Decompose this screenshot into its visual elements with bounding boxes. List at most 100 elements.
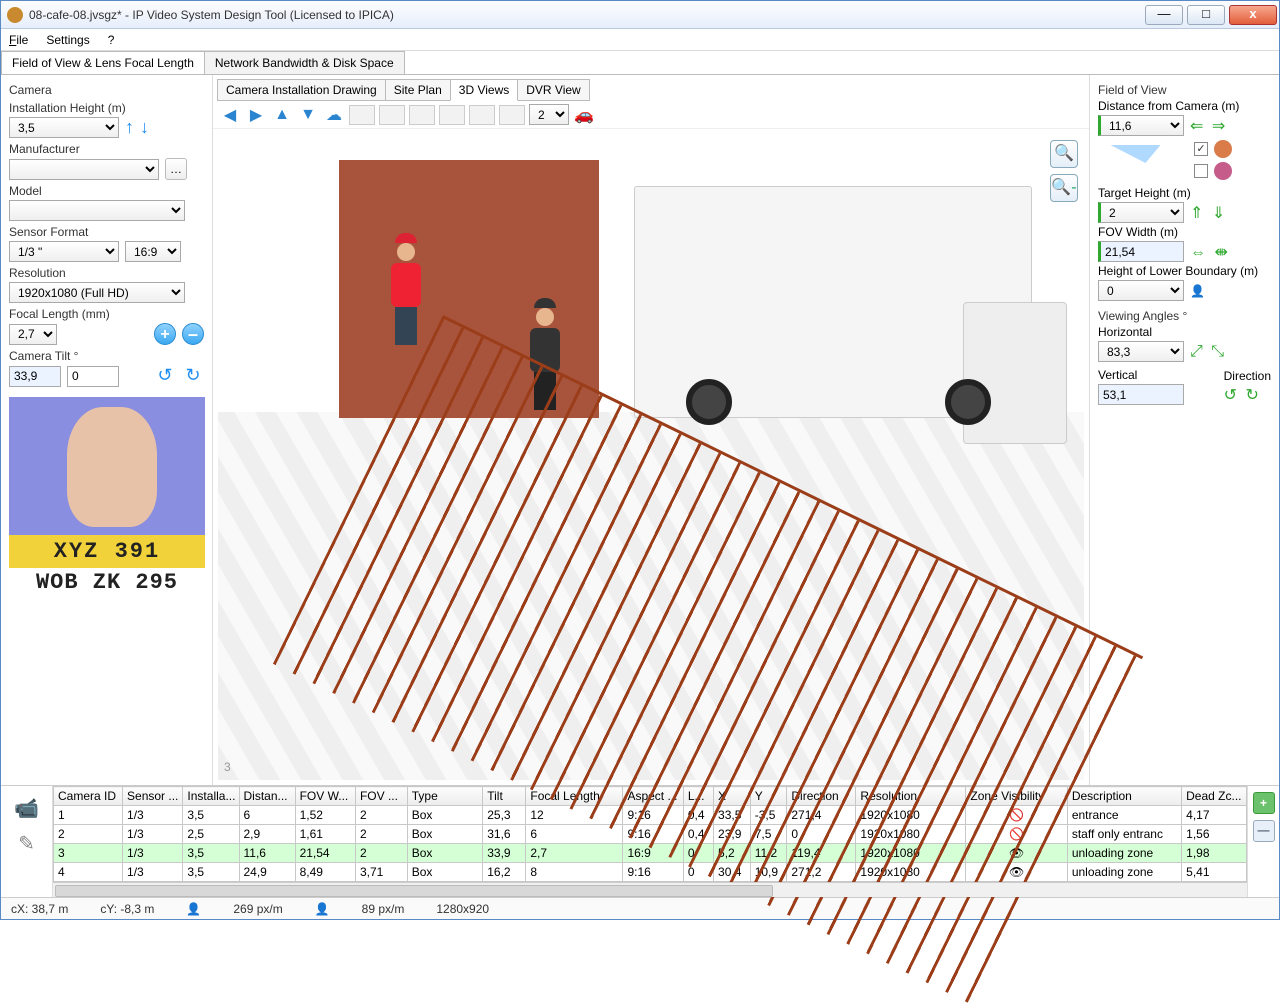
grid-cell[interactable]: unloading zone <box>1067 844 1181 863</box>
grid-cell[interactable]: 8 <box>526 863 623 882</box>
nav-right-icon[interactable]: ▶ <box>245 104 267 126</box>
grid-cell[interactable]: 2,7 <box>526 844 623 863</box>
aspect-select[interactable]: 16:9 <box>125 241 181 262</box>
grid-col-header[interactable]: Distan... <box>239 787 295 806</box>
grid-cell[interactable]: Box <box>407 806 483 825</box>
zoom-out-button[interactable]: 🔍- <box>1050 174 1078 202</box>
cloud-icon[interactable]: ☁ <box>323 104 345 126</box>
person-thumb-2[interactable] <box>379 105 405 125</box>
height-up-icon[interactable] <box>125 117 134 138</box>
target-height-arrows-icon[interactable]: ⇑ ⇓ <box>1190 203 1227 223</box>
zoom-in-button[interactable]: 🔍+ <box>1050 140 1078 168</box>
person-thumb-5[interactable] <box>469 105 495 125</box>
grid-cell[interactable]: 1,98 <box>1182 844 1247 863</box>
grid-cell[interactable]: 31,6 <box>483 825 526 844</box>
tab-fov-lens[interactable]: Field of View & Lens Focal Length <box>1 51 205 74</box>
grid-cell[interactable]: 33,9 <box>483 844 526 863</box>
menu-settings[interactable]: Settings <box>46 33 89 47</box>
tab-site-plan[interactable]: Site Plan <box>385 79 451 101</box>
tab-install-drawing[interactable]: Camera Installation Drawing <box>217 79 386 101</box>
menu-file[interactable]: File <box>9 33 28 47</box>
distance-arrows-icon[interactable]: ⇐ ⇒ <box>1190 116 1227 136</box>
viz-spinner[interactable]: 2 <box>529 104 569 125</box>
grid-cell[interactable]: 2 <box>54 825 123 844</box>
height-down-icon[interactable] <box>140 117 149 138</box>
focal-length-select[interactable]: 2,7 <box>9 324 57 345</box>
resolution-select[interactable]: 1920x1080 (Full HD) <box>9 282 185 303</box>
grid-cell[interactable]: 2 <box>355 825 407 844</box>
grid-cell[interactable]: 1/3 <box>123 825 183 844</box>
grid-cell[interactable]: 16,2 <box>483 863 526 882</box>
grid-cell[interactable]: entrance <box>1067 806 1181 825</box>
nav-left-icon[interactable]: ◀ <box>219 104 241 126</box>
manufacturer-select[interactable] <box>9 159 159 180</box>
distance-select[interactable]: 11,6 <box>1098 115 1184 136</box>
grid-cell[interactable]: Box <box>407 825 483 844</box>
grid-col-header[interactable]: FOV ... <box>355 787 407 806</box>
grid-cell[interactable]: 2,5 <box>183 825 239 844</box>
lower-boundary-select[interactable]: 0 <box>1098 280 1184 301</box>
table-row[interactable]: 41/33,524,98,493,71Box16,289:16030,410,9… <box>54 863 1247 882</box>
grid-cell[interactable]: 24,9 <box>239 863 295 882</box>
grid-cell[interactable]: 3,71 <box>355 863 407 882</box>
grid-cell[interactable]: 1/3 <box>123 806 183 825</box>
tab-dvr-view[interactable]: DVR View <box>517 79 589 101</box>
manufacturer-browse-button[interactable]: … <box>165 158 187 180</box>
grid-cell[interactable]: 1/3 <box>123 863 183 882</box>
person-thumb-6[interactable] <box>499 105 525 125</box>
expand-icon[interactable]: ⤢ ⤡ <box>1190 343 1226 361</box>
grid-col-header[interactable]: Installa... <box>183 787 239 806</box>
grid-cell[interactable]: 4,17 <box>1182 806 1247 825</box>
grid-cell[interactable]: unloading zone <box>1067 863 1181 882</box>
grid-horizontal-scrollbar[interactable] <box>53 882 1247 897</box>
person-thumb-1[interactable] <box>349 105 375 125</box>
grid-cell[interactable]: 1,56 <box>1182 825 1247 844</box>
grid-cell[interactable]: 3,5 <box>183 806 239 825</box>
focal-plus-button[interactable]: + <box>154 323 176 345</box>
grid-col-header[interactable]: Dead Zc... <box>1182 787 1247 806</box>
grid-cell[interactable]: 3,5 <box>183 844 239 863</box>
grid-cell[interactable]: Box <box>407 844 483 863</box>
grid-cell[interactable]: 9:16 <box>623 863 683 882</box>
grid-cell[interactable]: 8,49 <box>295 863 355 882</box>
person-thumb-3[interactable] <box>409 105 435 125</box>
grid-col-header[interactable]: Sensor ... <box>123 787 183 806</box>
grid-cell[interactable]: 6 <box>239 806 295 825</box>
nav-up-icon[interactable]: ▲ <box>271 104 293 126</box>
grid-cell[interactable]: 3 <box>54 844 123 863</box>
add-row-button[interactable]: + <box>1253 792 1275 814</box>
grid-cell[interactable]: 2,9 <box>239 825 295 844</box>
grid-col-header[interactable]: FOV W... <box>295 787 355 806</box>
grid-col-header[interactable]: Camera ID <box>54 787 123 806</box>
target-height-select[interactable]: 2 <box>1098 202 1184 223</box>
nav-down-icon[interactable]: ▼ <box>297 104 319 126</box>
sensor-format-select[interactable]: 1/3 " <box>9 241 119 262</box>
focal-minus-button[interactable]: – <box>182 323 204 345</box>
grid-cell[interactable]: 1,61 <box>295 825 355 844</box>
grid-cell[interactable]: 3,5 <box>183 863 239 882</box>
grid-cell[interactable]: 2 <box>355 806 407 825</box>
maximize-button[interactable]: □ <box>1187 5 1225 25</box>
target-woman-checkbox[interactable] <box>1194 164 1208 178</box>
tilt-input[interactable] <box>67 366 119 387</box>
tilt-ccw-icon[interactable]: ↺ <box>154 365 176 387</box>
tilt-cw-icon[interactable]: ↻ <box>182 365 204 387</box>
minimize-button[interactable]: — <box>1145 5 1183 25</box>
model-select[interactable] <box>9 200 185 221</box>
car-icon[interactable]: 🚗 <box>573 104 595 126</box>
grid-cell[interactable]: 21,54 <box>295 844 355 863</box>
grid-cell[interactable]: 25,3 <box>483 806 526 825</box>
grid-cell[interactable]: 1,52 <box>295 806 355 825</box>
grid-cell[interactable]: Box <box>407 863 483 882</box>
grid-cell[interactable]: staff only entranc <box>1067 825 1181 844</box>
tab-bandwidth[interactable]: Network Bandwidth & Disk Space <box>204 51 405 74</box>
horizontal-angle-select[interactable]: 83,3 <box>1098 341 1184 362</box>
direction-rotate-icon[interactable]: ↺ ↻ <box>1224 387 1261 404</box>
grid-col-header[interactable]: Type <box>407 787 483 806</box>
grid-cell[interactable]: 5,41 <box>1182 863 1247 882</box>
grid-cell[interactable]: 4 <box>54 863 123 882</box>
grid-col-header[interactable]: Tilt <box>483 787 526 806</box>
pencil-tool-icon[interactable]: ✎ <box>18 831 35 856</box>
grid-cell[interactable]: 1 <box>54 806 123 825</box>
menu-help[interactable]: ? <box>108 33 115 47</box>
